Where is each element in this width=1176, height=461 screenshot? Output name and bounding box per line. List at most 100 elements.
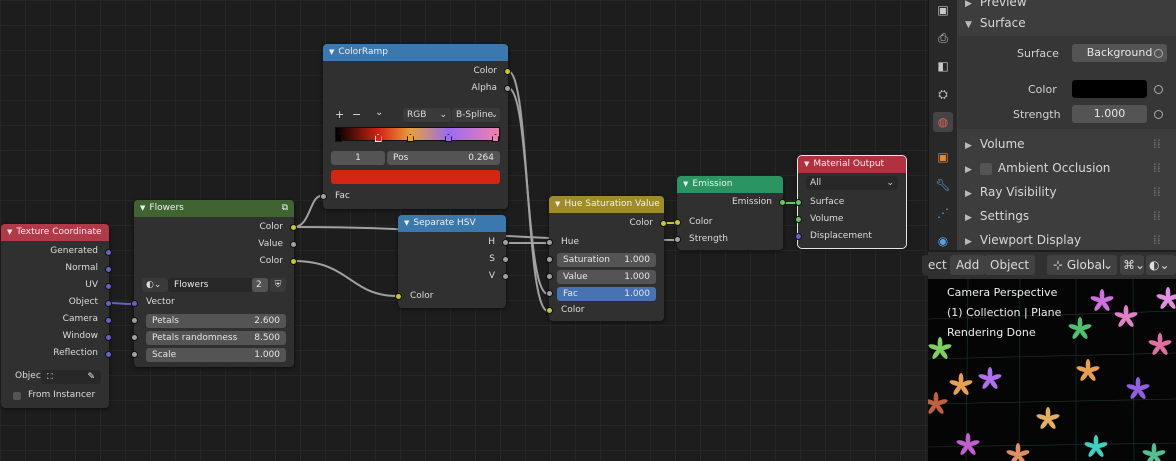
emission-node[interactable]: ▼ Emission Emission Color Strength <box>674 176 786 250</box>
transform-orientation-dropdown[interactable]: ⊹ Global ⌄ <box>1047 255 1117 275</box>
ramp-menu-button[interactable]: ⌄ <box>375 107 383 118</box>
preview-panel-header[interactable]: ▶ Preview <box>965 0 1027 9</box>
target-dropdown[interactable]: All ⌄ <box>806 176 898 190</box>
material-output-header[interactable]: ▼ Material Output <box>798 156 906 173</box>
collapse-arrow-icon[interactable]: ▼ <box>329 48 334 56</box>
background-color-swatch[interactable] <box>1072 80 1147 98</box>
object-menu[interactable]: Object <box>984 255 1036 275</box>
socket-s[interactable] <box>502 256 509 263</box>
ambient-occlusion-panel-header[interactable]: ▶ Ambient Occlusion ⁞⁞ <box>965 161 1161 175</box>
emission-header[interactable]: ▼ Emission <box>677 176 783 193</box>
socket-fac[interactable] <box>546 290 553 297</box>
socket-window[interactable] <box>105 334 112 341</box>
socket-petals[interactable] <box>131 317 138 324</box>
petals-randomness-field[interactable]: Petals randomness 8.500 <box>146 331 286 345</box>
from-instancer-checkbox[interactable] <box>13 392 21 400</box>
users-count[interactable]: 2 <box>252 278 268 292</box>
ambient-occlusion-checkbox[interactable] <box>979 162 992 175</box>
add-stop-button[interactable]: + <box>335 108 344 121</box>
socket-uv[interactable] <box>105 283 112 290</box>
ramp-stop-marker[interactable] <box>406 134 414 142</box>
add-menu[interactable]: Add <box>950 255 986 275</box>
socket-fac[interactable] <box>320 193 327 200</box>
socket-value[interactable] <box>546 273 553 280</box>
modifier-tab-icon[interactable]: 🔧︎ <box>933 175 953 195</box>
socket-surface[interactable] <box>795 199 802 206</box>
surface-panel-header[interactable]: ▼ Surface <box>965 16 1026 30</box>
pivot-point-dropdown[interactable]: ⌘⌄ <box>1120 255 1145 275</box>
viewport-display-panel-header[interactable]: ▶ Viewport Display ⁞⁞ <box>965 233 1161 247</box>
settings-panel-header[interactable]: ▶ Settings ⁞⁞ <box>965 209 1161 223</box>
socket-strength[interactable] <box>674 236 681 243</box>
ramp-stop-marker[interactable] <box>374 134 382 142</box>
petals-field[interactable]: Petals 2.600 <box>146 314 286 328</box>
world-tab-icon[interactable]: ◍ <box>933 112 953 132</box>
eyedropper-icon[interactable]: ✎ <box>87 370 95 384</box>
socket-color-in[interactable] <box>395 293 402 300</box>
socket-petals-randomness[interactable] <box>131 334 138 341</box>
texture-coordinate-node[interactable]: ▼ Texture Coordinate Generated Normal UV … <box>1 224 112 408</box>
object-tab-icon[interactable]: ▣ <box>933 147 953 167</box>
socket-color-out[interactable] <box>660 220 667 227</box>
colorramp-header[interactable]: ▼ ColorRamp <box>323 44 508 61</box>
node-group-icon[interactable]: ⧉ <box>282 200 288 217</box>
drag-handle-icon[interactable]: ⁞⁞ <box>1153 233 1161 247</box>
stop-index-field[interactable]: 1 <box>331 151 385 165</box>
object-picker[interactable]: ⛶ ✎ <box>41 370 101 384</box>
ramp-stop-marker[interactable] <box>444 134 452 142</box>
color-mode-dropdown[interactable]: RGB ⌄ <box>403 108 451 122</box>
fac-field[interactable]: Fac 1.000 <box>557 287 656 301</box>
drag-handle-icon[interactable]: ⁞⁞ <box>1153 185 1161 199</box>
snapping-dropdown[interactable]: ◐⌄ <box>1146 255 1176 275</box>
socket-value[interactable] <box>290 241 297 248</box>
properties-editor[interactable]: ▣ ⎙ ◧ ⛭ ◍ ▣ 🔧︎ ⋰ ◉ ▶ Preview ▼ Surface Sur… <box>928 0 1176 250</box>
stop-color-swatch[interactable] <box>331 170 500 184</box>
surface-link-icon[interactable] <box>1154 49 1163 58</box>
color-link-icon[interactable] <box>1154 85 1163 94</box>
socket-h[interactable] <box>502 239 509 246</box>
node-group-name-field[interactable]: Flowers <box>168 278 252 292</box>
socket-vector[interactable] <box>131 300 138 307</box>
scale-field[interactable]: Scale 1.000 <box>146 348 286 362</box>
scene-tab-icon[interactable]: ⛭ <box>933 84 953 104</box>
socket-color-in[interactable] <box>674 219 681 226</box>
collapse-arrow-icon[interactable]: ▼ <box>7 228 12 236</box>
3d-viewport[interactable]: Camera Perspective (1) Collection | Plan… <box>928 279 1176 461</box>
strength-link-icon[interactable] <box>1154 110 1163 119</box>
drag-handle-icon[interactable]: ⁞⁞ <box>1153 161 1161 175</box>
node-group-selector[interactable]: ◐⌄ <box>142 278 168 292</box>
value-field[interactable]: Value 1.000 <box>557 270 656 284</box>
remove-stop-button[interactable]: − <box>352 108 361 121</box>
flowers-node[interactable]: ▼ Flowers ⧉ Color Value Color ◐⌄ Flowers … <box>131 200 297 367</box>
material-output-node[interactable]: ▼ Material Output All ⌄ Surface Volume Dis… <box>795 155 907 249</box>
socket-object[interactable] <box>105 300 112 307</box>
separate-hsv-header[interactable]: ▼ Separate HSV <box>398 215 506 232</box>
hue-saturation-value-header[interactable]: ▼ Hue Saturation Value <box>549 196 664 213</box>
fake-user-icon[interactable]: ⛨ <box>270 278 286 292</box>
ray-visibility-panel-header[interactable]: ▶ Ray Visibility ⁞⁞ <box>965 185 1161 199</box>
node-editor[interactable]: ▼ Texture Coordinate Generated Normal UV … <box>0 0 928 461</box>
volume-panel-header[interactable]: ▶ Volume ⁞⁞ <box>965 137 1161 151</box>
socket-color-2[interactable] <box>290 258 297 265</box>
output-tab-icon[interactable]: ⎙ <box>933 28 953 48</box>
physics-tab-icon[interactable]: ◉ <box>933 231 953 251</box>
socket-scale[interactable] <box>131 351 138 358</box>
flowers-header[interactable]: ▼ Flowers ⧉ <box>134 200 294 217</box>
socket-generated[interactable] <box>105 249 112 256</box>
separate-hsv-node[interactable]: ▼ Separate HSV H S V Color <box>395 215 509 308</box>
socket-normal[interactable] <box>105 266 112 273</box>
surface-shader-field[interactable]: Background <box>1072 44 1167 62</box>
collapse-arrow-icon[interactable]: ▼ <box>555 200 560 208</box>
socket-v[interactable] <box>502 273 509 280</box>
particles-tab-icon[interactable]: ⋰ <box>933 203 953 223</box>
socket-alpha[interactable] <box>504 85 511 92</box>
socket-color[interactable] <box>290 224 297 231</box>
socket-reflection[interactable] <box>105 351 112 358</box>
socket-camera[interactable] <box>105 317 112 324</box>
socket-displacement[interactable] <box>795 233 802 240</box>
saturation-field[interactable]: Saturation 1.000 <box>557 253 656 267</box>
colorramp-node[interactable]: ▼ ColorRamp Color Alpha + − ⌄ RGB ⌄ B-Spli… <box>320 44 511 209</box>
socket-volume[interactable] <box>795 216 802 223</box>
socket-saturation[interactable] <box>546 256 553 263</box>
strength-field[interactable]: 1.000 <box>1072 105 1147 123</box>
